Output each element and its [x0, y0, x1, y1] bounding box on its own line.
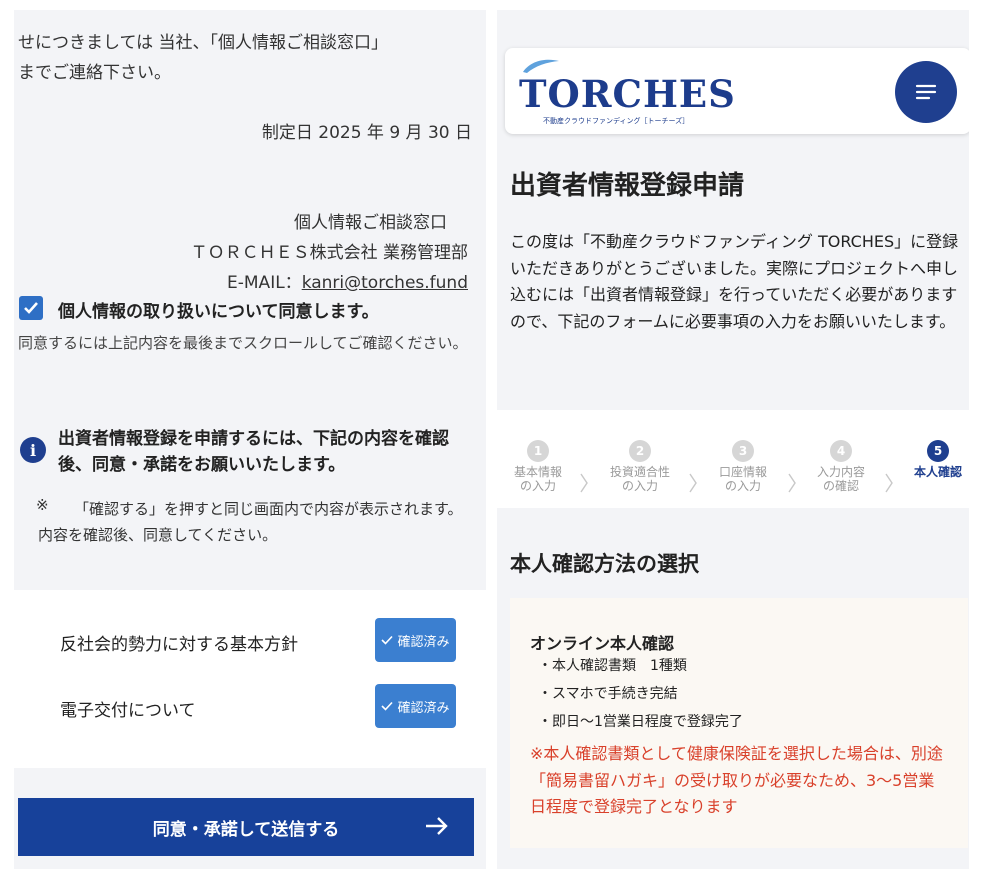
consent-checkbox[interactable] — [19, 296, 43, 320]
step-label: 入力内容 の確認 — [816, 465, 865, 493]
step-4: 4 入力内容 の確認 — [803, 440, 879, 493]
step-3: 3 口座情報 の入力 — [705, 440, 781, 493]
policy-list: 反社会的勢力に対する基本方針 確認済み 電子交付について 確認済み — [14, 590, 486, 768]
step-number: 3 — [732, 440, 754, 462]
right-panel: TORCHES 不動産クラウドファンディング［トーチーズ］ 出資者情報登録申請 … — [497, 10, 969, 869]
progress-steps: 1 基本情報 の入力 2 投資適合性 の入力 3 口座情報 の入力 4 入力内容 の確認… — [497, 410, 969, 508]
contact-email-row: E-MAIL：kanri@torches.fund — [227, 268, 468, 293]
confirmed-label: 確認済み — [397, 634, 450, 650]
site-header: TORCHES 不動産クラウドファンディング［トーチーズ］ — [505, 48, 969, 134]
antisocial-confirmed-button[interactable]: 確認済み — [375, 618, 456, 662]
chevron-right-icon — [788, 473, 796, 493]
privacy-text-line: せにつきましては 当社、「個人情報ご相談窓口」 — [18, 33, 389, 53]
option-item: ・スマホで手続き完結 — [538, 686, 678, 702]
option-item: ・即日〜1営業日程度で登録完了 — [538, 714, 743, 730]
consent-label[interactable]: 個人情報の取り扱いについて同意します。 — [58, 297, 379, 322]
submit-button[interactable]: 同意・承諾して送信する — [18, 798, 474, 856]
online-verification-option[interactable]: オンライン本人確認 ・本人確認書類 1種類 ・スマホで手続き完結 ・即日〜1営業… — [510, 598, 968, 848]
policy-label-e-delivery[interactable]: 電子交付について — [60, 696, 196, 721]
contact-company: ＴＯＲＣＨＥＳ株式会社 業務管理部 — [190, 243, 468, 263]
step-label: 本人確認 — [913, 465, 962, 479]
check-icon — [381, 701, 394, 711]
intro-text: この度は「不動産クラウドファンディング TORCHES」に登録いただきありがとう… — [510, 232, 959, 331]
step-number: 1 — [527, 440, 549, 462]
info-title: 出資者情報登録を申請するには、下記の内容を確認後、同意・承諾をお願いいたします。 — [58, 429, 449, 475]
submit-label: 同意・承諾して送信する — [152, 819, 340, 840]
check-icon — [381, 635, 394, 645]
consent-note: 同意するには上記内容を最後までスクロールしてご確認ください。 — [18, 334, 468, 352]
hamburger-icon — [915, 84, 937, 100]
chevron-right-icon — [885, 473, 893, 493]
warning-text: ※本人確認書類として健康保険証を選択した場合は、別途「簡易書留ハガキ」の受け取り… — [530, 744, 943, 816]
step-number: 4 — [830, 440, 852, 462]
contact-title: 個人情報ご相談窓口 — [294, 213, 447, 233]
step-5: 5 本人確認 — [900, 440, 969, 479]
section-title: 本人確認方法の選択 — [510, 552, 699, 576]
step-1: 1 基本情報 の入力 — [500, 440, 576, 493]
privacy-text-line: までご連絡下さい。 — [18, 63, 171, 83]
page-title: 出資者情報登録申請 — [510, 171, 745, 201]
step-number: 5 — [927, 440, 949, 462]
step-label: 投資適合性 の入力 — [609, 465, 670, 493]
e-delivery-confirmed-button[interactable]: 確認済み — [375, 684, 456, 728]
left-panel: せにつきましては 当社、「個人情報ご相談窓口」 までご連絡下さい。 制定日 20… — [14, 10, 486, 869]
arrow-right-icon — [426, 817, 448, 835]
confirmed-label: 確認済み — [397, 700, 450, 716]
info-note: 「確認する」を押すと同じ画面内で内容が表示されます。内容を確認後、同意してくださ… — [38, 500, 463, 544]
logo[interactable]: TORCHES — [519, 72, 736, 116]
contact-email-link[interactable]: kanri@torches.fund — [302, 273, 468, 293]
established-date: 制定日 2025 年 9 月 30 日 — [261, 123, 472, 143]
option-item: ・本人確認書類 1種類 — [538, 658, 687, 674]
logo-subtitle: 不動産クラウドファンディング［トーチーズ］ — [543, 117, 690, 125]
step-number: 2 — [629, 440, 651, 462]
option-title: オンライン本人確認 — [530, 634, 675, 653]
policy-label-antisocial[interactable]: 反社会的勢力に対する基本方針 — [60, 630, 298, 655]
step-label: 基本情報 の入力 — [513, 465, 562, 493]
chevron-right-icon — [689, 473, 697, 493]
menu-button[interactable] — [895, 61, 957, 123]
check-icon — [24, 302, 38, 314]
contact-email-label: E-MAIL： — [227, 273, 302, 293]
info-icon: i — [20, 437, 46, 463]
chevron-right-icon — [580, 473, 588, 493]
step-2: 2 投資適合性 の入力 — [602, 440, 678, 493]
step-label: 口座情報 の入力 — [718, 465, 767, 493]
